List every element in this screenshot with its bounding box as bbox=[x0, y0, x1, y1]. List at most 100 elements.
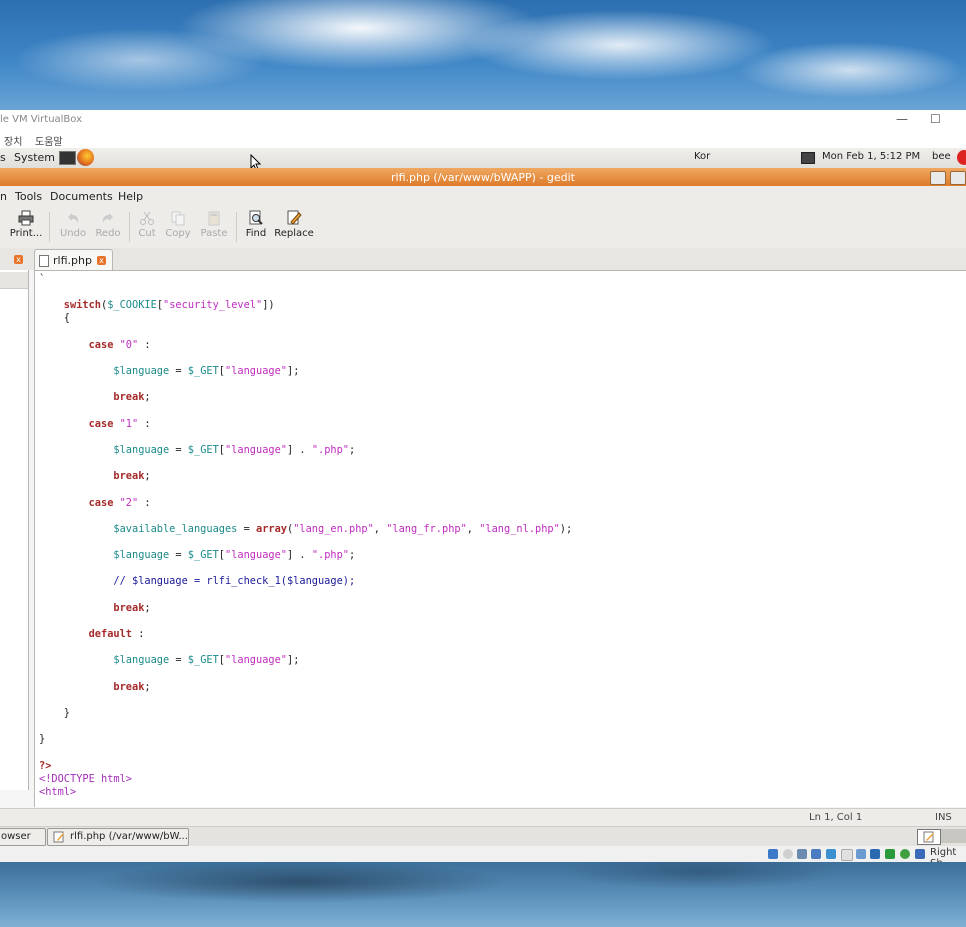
replace-button[interactable]: Replace bbox=[273, 208, 315, 239]
taskbar-item-gedit-label: rlfi.php (/var/www/bW... bbox=[70, 831, 188, 842]
menu-devices[interactable]: 장치 bbox=[4, 133, 22, 148]
code-line: <html> bbox=[39, 786, 76, 798]
optical-status-icon[interactable] bbox=[783, 849, 793, 859]
taskbar-item-gedit[interactable]: rlfi.php (/var/www/bW... bbox=[47, 828, 189, 846]
code-line: $language = $_GET["language"] . ".php"; bbox=[39, 549, 355, 561]
code-token: ".php" bbox=[311, 443, 350, 456]
side-panel-close-icon[interactable]: x bbox=[14, 255, 23, 264]
code-token: , bbox=[373, 522, 387, 535]
find-button[interactable]: Find bbox=[242, 208, 270, 239]
side-panel-tab: x bbox=[0, 249, 28, 270]
menu-search[interactable]: n bbox=[0, 190, 7, 203]
code-token: ; bbox=[144, 391, 151, 404]
code-line: break; bbox=[39, 681, 150, 693]
hdd-status-icon[interactable] bbox=[768, 849, 778, 859]
undo-button[interactable]: Undo bbox=[58, 208, 88, 239]
paste-button[interactable]: Paste bbox=[198, 208, 230, 239]
menu-documents[interactable]: Documents bbox=[50, 190, 113, 203]
code-line: break; bbox=[39, 602, 150, 614]
panel-places-menu[interactable]: s bbox=[0, 151, 6, 164]
maximize-button[interactable]: ☐ bbox=[930, 112, 941, 126]
undo-icon bbox=[68, 213, 79, 223]
menu-tools[interactable]: Tools bbox=[15, 190, 42, 203]
code-token: ] . bbox=[287, 443, 312, 456]
recording-status-icon[interactable] bbox=[870, 849, 880, 859]
status-bar: Ln 1, Col 1 INS bbox=[0, 808, 966, 827]
taskbar-item-browser[interactable]: owser bbox=[0, 828, 46, 846]
network-status-icon[interactable] bbox=[811, 849, 821, 859]
menu-help[interactable]: Help bbox=[118, 190, 143, 203]
audio-status-icon[interactable] bbox=[797, 849, 807, 859]
keyboard-layout[interactable]: Kor bbox=[694, 151, 710, 162]
code-token: = bbox=[237, 522, 256, 535]
code-token: "2" bbox=[119, 496, 139, 509]
display-status-icon[interactable] bbox=[856, 849, 866, 859]
minimize-button[interactable]: — bbox=[896, 112, 908, 126]
code-token: { bbox=[39, 312, 70, 325]
undo-label: Undo bbox=[59, 228, 87, 239]
code-token: $available_languages bbox=[39, 522, 238, 535]
tab-close-icon[interactable]: x bbox=[97, 256, 106, 265]
code-token: $_GET bbox=[187, 549, 219, 562]
usb-status-icon[interactable] bbox=[826, 849, 836, 859]
gedit-maximize-button[interactable] bbox=[950, 171, 966, 185]
panel-system-menu[interactable]: System bbox=[14, 151, 55, 164]
code-line: } bbox=[39, 733, 45, 745]
panel-user[interactable]: bee bbox=[932, 151, 951, 162]
gedit-menubar: n Tools Documents Help bbox=[0, 186, 966, 206]
replace-icon bbox=[287, 210, 302, 225]
panel-clock[interactable]: Mon Feb 1, 5:12 PM bbox=[822, 151, 920, 162]
gnome-top-panel: s System Kor Mon Feb 1, 5:12 PM bee bbox=[0, 148, 966, 169]
code-token: ; bbox=[349, 443, 356, 456]
redo-button[interactable]: Redo bbox=[93, 208, 123, 239]
side-pane-header bbox=[0, 272, 28, 289]
code-token: ]; bbox=[287, 365, 300, 378]
code-token: ` bbox=[39, 273, 46, 285]
gnome-bottom-panel: owser rlfi.php (/var/www/bW... bbox=[0, 826, 966, 847]
menu-help[interactable]: 도움말 bbox=[35, 133, 63, 148]
code-line: case "0" : bbox=[39, 339, 151, 351]
code-token: $language bbox=[39, 549, 170, 562]
firefox-icon[interactable] bbox=[77, 149, 94, 166]
code-token: break bbox=[39, 391, 145, 404]
code-token: ); bbox=[559, 522, 573, 535]
code-token: array bbox=[256, 522, 287, 535]
gedit-icon bbox=[53, 831, 64, 843]
side-pane bbox=[0, 270, 29, 790]
shared-folders-icon[interactable] bbox=[841, 849, 853, 861]
cursor-position: Ln 1, Col 1 bbox=[809, 812, 863, 823]
code-line: case "1" : bbox=[39, 418, 151, 430]
tab-rlfi-php[interactable]: rlfi.php x bbox=[34, 249, 113, 271]
copy-button[interactable]: Copy bbox=[163, 208, 193, 239]
shutdown-icon[interactable] bbox=[957, 150, 966, 165]
cut-button[interactable]: Cut bbox=[135, 208, 159, 239]
network-icon[interactable] bbox=[801, 152, 815, 164]
code-token: : bbox=[138, 338, 151, 351]
code-token: switch bbox=[39, 299, 101, 312]
cpu-status-icon[interactable] bbox=[885, 849, 895, 859]
toolbar-separator bbox=[129, 212, 130, 242]
code-line: break; bbox=[39, 470, 150, 482]
code-line: // $language = rlfi_check_1($language); bbox=[39, 575, 355, 587]
gedit-minimize-button[interactable] bbox=[930, 171, 946, 185]
keyboard-capture-icon[interactable] bbox=[915, 849, 925, 859]
mouse-integration-icon[interactable] bbox=[900, 849, 910, 859]
virtualbox-title: le VM VirtualBox bbox=[0, 114, 83, 125]
workspace-switcher[interactable] bbox=[941, 829, 966, 843]
print-label: Print... bbox=[9, 228, 43, 239]
code-editor[interactable]: ` switch($_COOKIE["security_level"]) { c… bbox=[34, 270, 966, 807]
replace-label: Replace bbox=[274, 228, 314, 239]
terminal-icon[interactable] bbox=[59, 151, 76, 165]
code-token: default bbox=[39, 628, 132, 641]
code-line: } bbox=[39, 707, 70, 719]
code-token: "lang_en.php" bbox=[293, 522, 374, 535]
show-desktop-button[interactable] bbox=[917, 829, 941, 845]
scissors-icon bbox=[140, 211, 154, 225]
gedit-titlebar: rlfi.php (/var/www/bWAPP) - gedit bbox=[0, 168, 966, 186]
print-button[interactable]: Print... bbox=[8, 208, 44, 239]
gedit-toolbar: Print... Undo Redo Cut Copy Paste Find R… bbox=[0, 206, 966, 249]
code-line: ` bbox=[39, 273, 45, 285]
code-token: = bbox=[169, 654, 188, 667]
code-token: // $language = rlfi_check_1($language); bbox=[39, 575, 356, 588]
code-token: "security_level" bbox=[163, 299, 263, 312]
